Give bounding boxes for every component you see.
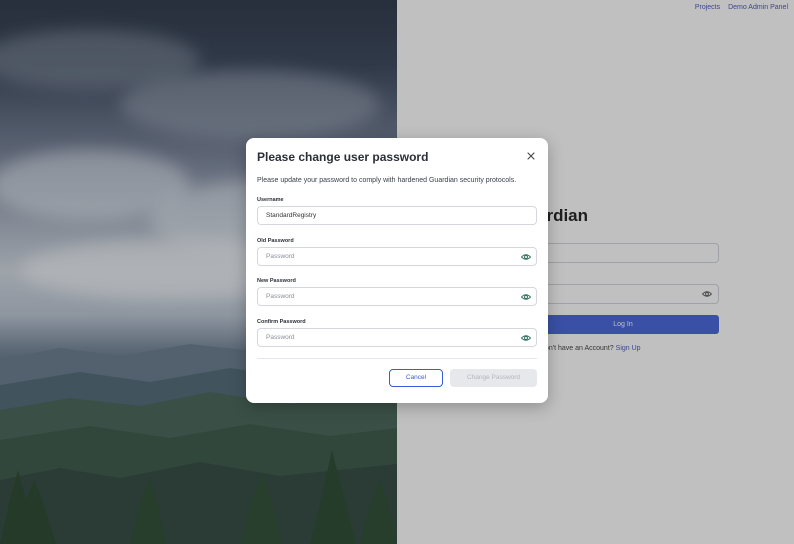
change-password-button[interactable]: Change Password	[450, 369, 537, 387]
dialog-title: Please change user password	[257, 150, 429, 164]
change-password-dialog: Please change user password Please updat…	[246, 138, 548, 403]
username-value: StandardRegistry	[266, 212, 317, 219]
cancel-button[interactable]: Cancel	[389, 369, 443, 387]
eye-icon[interactable]	[521, 253, 531, 261]
eye-icon[interactable]	[521, 334, 531, 342]
old-password-label: Old Password	[257, 238, 294, 244]
confirm-password-placeholder: Password	[266, 334, 295, 341]
old-password-field[interactable]: Password	[257, 247, 537, 266]
new-password-label: New Password	[257, 278, 296, 284]
old-password-placeholder: Password	[266, 253, 295, 260]
username-field[interactable]: StandardRegistry	[257, 206, 537, 225]
confirm-password-label: Confirm Password	[257, 319, 306, 325]
confirm-password-field[interactable]: Password	[257, 328, 537, 347]
new-password-field[interactable]: Password	[257, 287, 537, 306]
close-icon[interactable]	[526, 151, 536, 161]
new-password-placeholder: Password	[266, 293, 295, 300]
username-label: Username	[257, 197, 284, 203]
dialog-divider	[257, 358, 537, 359]
dialog-description: Please update your password to comply wi…	[257, 177, 517, 184]
eye-icon[interactable]	[521, 293, 531, 301]
